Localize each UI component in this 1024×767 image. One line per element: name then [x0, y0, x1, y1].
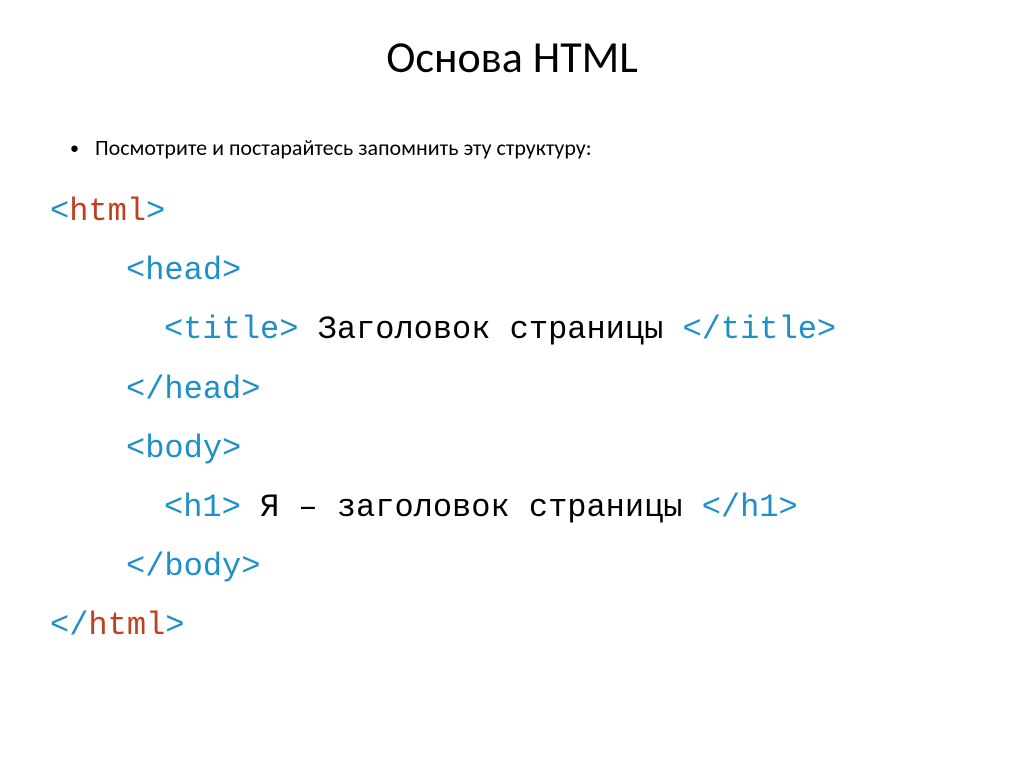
- tag-title-open: title: [183, 311, 279, 348]
- tag-h1-open: h1: [183, 489, 221, 526]
- h1-text-content: Я – заголовок страницы: [241, 489, 702, 526]
- angle-bracket: <: [164, 489, 183, 526]
- slide-container: Основа HTML • Посмотрите и постарайтесь …: [0, 0, 1024, 696]
- angle-bracket: <: [126, 252, 145, 289]
- angle-bracket: </: [50, 607, 88, 644]
- code-line-8: </html>: [50, 596, 974, 655]
- angle-bracket: >: [241, 548, 260, 585]
- title-text-content: Заголовок страницы: [298, 311, 682, 348]
- angle-bracket: </: [702, 489, 740, 526]
- tag-head-open: head: [145, 252, 222, 289]
- angle-bracket: >: [165, 607, 184, 644]
- code-line-4: </head>: [50, 360, 974, 419]
- tag-body-close: body: [164, 548, 241, 585]
- code-line-5: <body>: [50, 419, 974, 478]
- code-line-2: <head>: [50, 241, 974, 300]
- tag-html-close: html: [88, 607, 165, 644]
- angle-bracket: >: [279, 311, 298, 348]
- angle-bracket: >: [222, 489, 241, 526]
- angle-bracket: <: [164, 311, 183, 348]
- code-line-1: <html>: [50, 182, 974, 241]
- tag-h1-close: h1: [740, 489, 778, 526]
- angle-bracket: </: [682, 311, 720, 348]
- slide-title: Основа HTML: [50, 30, 974, 84]
- angle-bracket: >: [222, 252, 241, 289]
- angle-bracket: </: [126, 371, 164, 408]
- bullet-text: Посмотрите и постарайтесь запомнить эту …: [95, 134, 592, 161]
- angle-bracket: >: [222, 430, 241, 467]
- angle-bracket: >: [779, 489, 798, 526]
- tag-body-open: body: [145, 430, 222, 467]
- angle-bracket: >: [146, 193, 165, 230]
- bullet-marker: •: [70, 134, 79, 162]
- angle-bracket: >: [817, 311, 836, 348]
- tag-title-close: title: [721, 311, 817, 348]
- tag-head-close: head: [164, 371, 241, 408]
- code-example: <html> <head> <title> Заголовок страницы…: [50, 182, 974, 656]
- tag-html-open: html: [69, 193, 146, 230]
- angle-bracket: <: [50, 193, 69, 230]
- angle-bracket: <: [126, 430, 145, 467]
- bullet-item: • Посмотрите и постарайтесь запомнить эт…: [50, 134, 974, 162]
- angle-bracket: >: [241, 371, 260, 408]
- code-line-7: </body>: [50, 537, 974, 596]
- code-line-3: <title> Заголовок страницы </title>: [50, 300, 974, 359]
- code-line-6: <h1> Я – заголовок страницы </h1>: [50, 478, 974, 537]
- angle-bracket: </: [126, 548, 164, 585]
